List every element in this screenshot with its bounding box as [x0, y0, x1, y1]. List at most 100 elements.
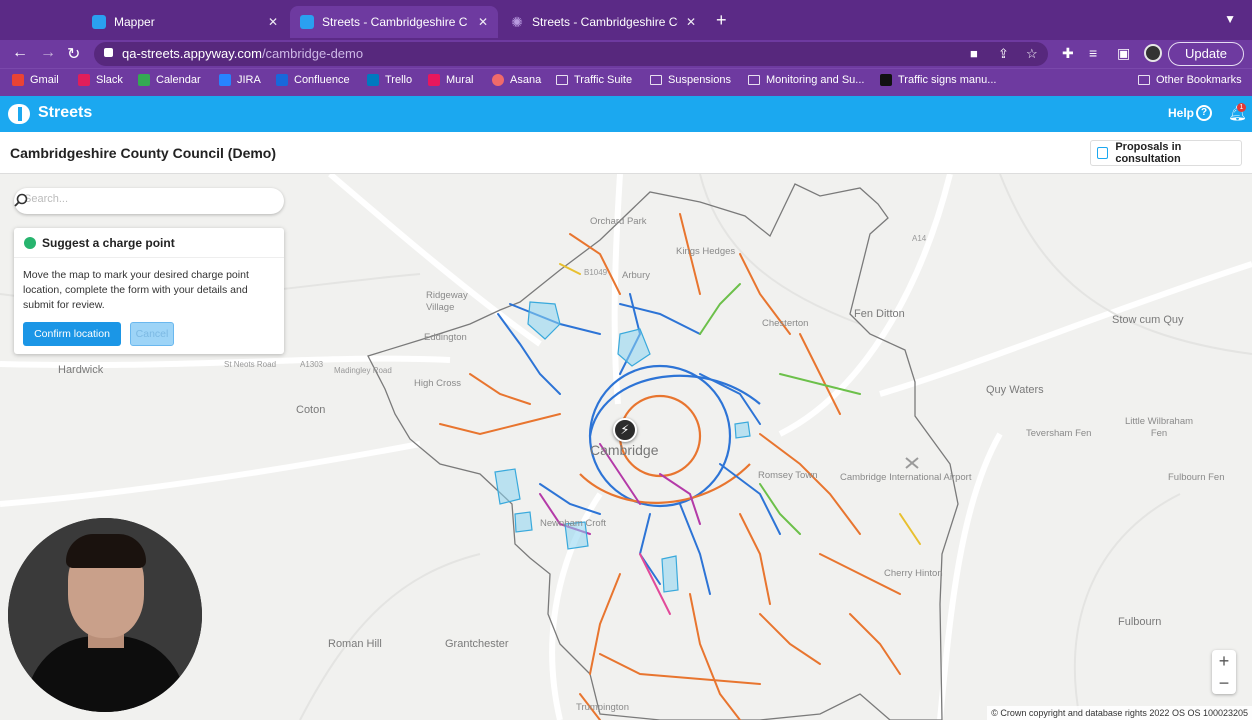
- folder-icon: [650, 75, 662, 85]
- charge-point-icon: [24, 237, 36, 249]
- council-header: Cambridgeshire County Council (Demo) Pro…: [0, 132, 1252, 174]
- bookmark-jira[interactable]: JIRA: [219, 74, 261, 86]
- sidepanel-icon[interactable]: ▣: [1117, 45, 1130, 62]
- place-label: Quy Waters: [986, 384, 1044, 396]
- place-label: Ridgeway Village: [426, 290, 468, 313]
- forward-arrow-icon[interactable]: →: [40, 44, 56, 62]
- place-label: Chesterton: [762, 318, 809, 329]
- parking-ring-roads: [579, 364, 761, 508]
- panel-description: Move the map to mark your desired charge…: [23, 269, 249, 311]
- confluence-icon: [276, 74, 288, 86]
- place-label: Orchard Park: [590, 216, 647, 227]
- bookmark-slack[interactable]: Slack: [78, 74, 123, 86]
- extensions-icon[interactable]: ✚: [1062, 45, 1074, 62]
- tab-title: Streets - Cambridgeshire Counc: [532, 15, 678, 29]
- airport-icon: [905, 457, 919, 469]
- streets-logo-icon: [8, 104, 30, 124]
- calendar-icon: [138, 74, 150, 86]
- mural-icon: [428, 74, 440, 86]
- app-favicon-icon: [92, 15, 106, 29]
- camera-icon[interactable]: ■: [970, 46, 978, 61]
- bookmark-trello[interactable]: Trello: [367, 74, 412, 86]
- bookmark-other[interactable]: Other Bookmarks: [1138, 74, 1242, 86]
- trello-icon: [367, 74, 379, 86]
- bookmark-asana[interactable]: Asana: [492, 74, 541, 86]
- omnibox[interactable]: qa-streets.appyway.com/cambridge-demo ■ …: [94, 42, 1048, 66]
- update-button[interactable]: Update: [1168, 42, 1244, 66]
- chevron-down-icon[interactable]: ▼: [1224, 12, 1236, 26]
- url-text[interactable]: qa-streets.appyway.com/cambridge-demo: [122, 46, 363, 61]
- gmail-icon: [12, 74, 24, 86]
- asana-icon: [492, 74, 504, 86]
- place-label: Kings Hedges: [676, 246, 736, 257]
- reload-icon[interactable]: ↻: [67, 44, 80, 64]
- app-favicon-icon: [300, 15, 314, 29]
- traffic-signs-icon: [880, 74, 892, 86]
- road-label: A14: [912, 234, 927, 243]
- bookmark-traffic-signs[interactable]: Traffic signs manu...: [880, 74, 996, 86]
- place-label: Cherry Hinton: [884, 568, 943, 579]
- map-attribution: © Crown copyright and database rights 20…: [987, 706, 1252, 720]
- folder-icon: [1138, 75, 1150, 85]
- close-icon[interactable]: ✕: [686, 15, 696, 29]
- tab-streets-second[interactable]: ✺ Streets - Cambridgeshire Counc ✕: [500, 6, 706, 38]
- place-label: Fulbourn: [1118, 616, 1162, 628]
- cancel-button[interactable]: Cancel: [130, 322, 174, 346]
- confirm-location-button[interactable]: Confirm location: [23, 322, 121, 346]
- folder-icon: [556, 75, 568, 85]
- close-icon[interactable]: ✕: [268, 15, 278, 29]
- webcam-overlay: [8, 518, 202, 712]
- road-label: St Neots Road: [224, 360, 277, 369]
- jira-icon: [219, 74, 231, 86]
- bookmark-traffic-suite[interactable]: Traffic Suite: [556, 74, 632, 86]
- external-link-icon: [1097, 147, 1109, 159]
- place-label: Romsey Town: [758, 470, 818, 481]
- profile-avatar[interactable]: [1144, 44, 1162, 62]
- proposals-button[interactable]: Proposals in consultation: [1090, 140, 1242, 166]
- help-link[interactable]: Help: [1168, 106, 1194, 120]
- close-icon[interactable]: ✕: [478, 15, 488, 29]
- place-label: Teversham Fen: [1026, 428, 1092, 439]
- media-icon[interactable]: ≡: [1089, 45, 1097, 61]
- place-label: Grantchester: [445, 638, 509, 650]
- new-tab-icon[interactable]: +: [716, 10, 727, 31]
- search-input[interactable]: [24, 193, 254, 205]
- tab-mapper[interactable]: Mapper ✕: [82, 6, 288, 38]
- tab-title: Mapper: [114, 15, 155, 29]
- app-header: Streets Help ? 🔔︎: [0, 96, 1252, 132]
- help-icon[interactable]: ?: [1196, 105, 1212, 121]
- parking-street-segments: [439, 213, 921, 720]
- place-label: Trumpington: [576, 702, 629, 713]
- place-label: Coton: [296, 404, 326, 416]
- bookmark-gmail[interactable]: Gmail: [12, 74, 59, 86]
- bookmark-monitoring[interactable]: Monitoring and Su...: [748, 74, 864, 86]
- tab-streets-active[interactable]: Streets - Cambridgeshire C ✕: [290, 6, 498, 38]
- place-label: High Cross: [414, 378, 461, 389]
- place-label: Little Wilbraham Fen: [1124, 416, 1194, 439]
- folder-icon: [748, 75, 760, 85]
- zoom-out-button[interactable]: −: [1212, 672, 1236, 694]
- page-title: Cambridgeshire County Council (Demo): [10, 145, 277, 161]
- place-label: Cambridge: [590, 442, 659, 458]
- road-label: A1303: [300, 360, 324, 369]
- place-label: Newnham Croft: [540, 518, 606, 529]
- road-label: B1049: [584, 268, 608, 277]
- bookmark-confluence[interactable]: Confluence: [276, 74, 350, 86]
- search-box: [14, 188, 284, 214]
- back-arrow-icon[interactable]: ←: [12, 44, 28, 62]
- place-label: Cambridge International Airport: [840, 472, 972, 483]
- place-label: Fen Ditton: [854, 308, 905, 320]
- zoom-in-button[interactable]: +: [1212, 650, 1236, 672]
- bookmark-suspensions[interactable]: Suspensions: [650, 74, 731, 86]
- bookmark-mural[interactable]: Mural: [428, 74, 474, 86]
- star-icon[interactable]: ☆: [1026, 46, 1038, 62]
- search-icon[interactable]: [14, 193, 28, 207]
- bookmark-calendar[interactable]: Calendar: [138, 74, 201, 86]
- charge-point-marker-icon[interactable]: ⚡︎: [613, 418, 637, 442]
- place-label: Hardwick: [58, 364, 104, 376]
- share-icon[interactable]: ⇪: [998, 46, 1009, 62]
- place-label: Fulbourn Fen: [1168, 472, 1225, 483]
- place-label: Arbury: [622, 270, 650, 281]
- place-label: Roman Hill: [328, 638, 382, 650]
- gear-icon: ✺: [511, 14, 523, 30]
